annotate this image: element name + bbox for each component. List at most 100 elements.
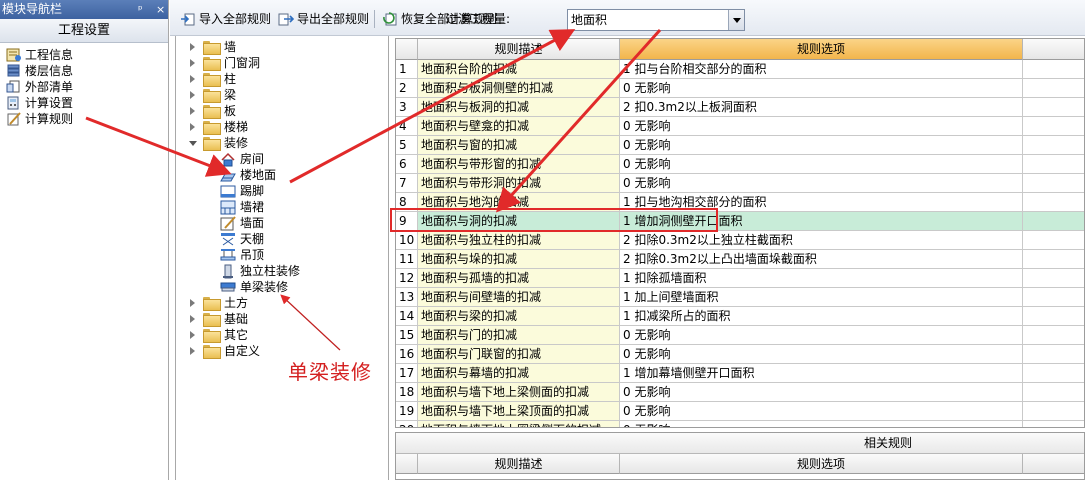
nav-item-calc-rules[interactable]: 计算规则 xyxy=(0,111,168,127)
tree-node-column[interactable]: 柱 xyxy=(188,71,236,87)
rule-option-cell[interactable]: 0 无影响 xyxy=(620,174,1023,193)
table-row[interactable]: 20地面积与墙下地上圈梁侧面的扣减0 无影响 xyxy=(396,421,1084,427)
nav-item-floor-info[interactable]: 楼层信息 xyxy=(0,63,168,79)
expand-right-icon[interactable] xyxy=(188,42,197,52)
rule-description-cell[interactable]: 地面积与独立柱的扣减 xyxy=(418,231,620,250)
rule-option-cell[interactable]: 1 扣减梁所占的面积 xyxy=(620,307,1023,326)
rule-option-cell[interactable]: 0 无影响 xyxy=(620,383,1023,402)
column-header-rule-description[interactable]: 规则描述 xyxy=(418,39,620,60)
nav-item-calc-settings[interactable]: 计算设置 xyxy=(0,95,168,111)
rule-option-cell[interactable]: 2 扣除0.3m2以上独立柱截面积 xyxy=(620,231,1023,250)
expand-right-icon[interactable] xyxy=(188,58,197,68)
table-row[interactable]: 1 地面积台阶的扣减 1 扣与台阶相交部分的面积 xyxy=(396,60,1084,79)
tree-node-room[interactable]: 房间 xyxy=(220,151,264,167)
filter-quantity-select[interactable]: 地面积 xyxy=(567,9,745,31)
column-header-rule-description[interactable]: 规则描述 xyxy=(418,454,620,474)
rule-description-cell[interactable]: 地面积与板洞的扣减 xyxy=(418,98,620,117)
expand-right-icon[interactable] xyxy=(188,298,197,308)
table-row[interactable]: 10 地面积与独立柱的扣减 2 扣除0.3m2以上独立柱截面积 xyxy=(396,231,1084,250)
rule-description-cell[interactable]: 地面积与壁龛的扣减 xyxy=(418,117,620,136)
rule-description-cell[interactable]: 地面积与梁的扣减 xyxy=(418,307,620,326)
rule-description-cell[interactable]: 地面积与墙下地上梁顶面的扣减 xyxy=(418,402,620,421)
rule-option-cell[interactable]: 0 无影响 xyxy=(620,155,1023,174)
tree-node-suspended-ceiling[interactable]: 吊顶 xyxy=(220,247,264,263)
table-row[interactable]: 6 地面积与带形窗的扣减 0 无影响 xyxy=(396,155,1084,174)
import-all-rules-button[interactable]: 导入全部规则 xyxy=(180,10,271,28)
tree-node-slab[interactable]: 板 xyxy=(188,103,236,119)
table-row[interactable]: 15 地面积与门的扣减 0 无影响 xyxy=(396,326,1084,345)
tree-node-beam[interactable]: 梁 xyxy=(188,87,236,103)
nav-item-project-info[interactable]: 工程信息 xyxy=(0,47,168,63)
rule-description-cell[interactable]: 地面积与墙下地上梁侧面的扣减 xyxy=(418,383,620,402)
rule-option-cell[interactable]: 0 无影响 xyxy=(620,402,1023,421)
export-all-rules-button[interactable]: 导出全部规则 xyxy=(278,10,369,28)
chevron-down-icon[interactable] xyxy=(728,10,744,30)
tree-node-floor-surface[interactable]: 楼地面 xyxy=(220,167,276,183)
rule-option-cell[interactable]: 1 扣除孤墙面积 xyxy=(620,269,1023,288)
tree-node-wall[interactable]: 墙 xyxy=(188,39,236,55)
close-icon[interactable]: × xyxy=(156,0,165,19)
table-row[interactable]: 7 地面积与带形洞的扣减 0 无影响 xyxy=(396,174,1084,193)
rule-option-cell[interactable]: 0 无影响 xyxy=(620,421,1023,427)
expand-right-icon[interactable] xyxy=(188,74,197,84)
tree-node-skirting[interactable]: 踢脚 xyxy=(220,183,264,199)
tree-node-wainscot[interactable]: 墙裙 xyxy=(220,199,264,215)
tree-node-stairs[interactable]: 楼梯 xyxy=(188,119,248,135)
table-row[interactable]: 4 地面积与壁龛的扣减 0 无影响 xyxy=(396,117,1084,136)
table-row[interactable]: 2 地面积与板洞侧壁的扣减 0 无影响 xyxy=(396,79,1084,98)
column-header-rule-option[interactable]: 规则选项 xyxy=(620,454,1023,474)
rule-description-cell[interactable]: 地面积与门的扣减 xyxy=(418,326,620,345)
expand-right-icon[interactable] xyxy=(188,346,197,356)
rule-description-cell[interactable]: 地面积与幕墙的扣减 xyxy=(418,364,620,383)
table-row[interactable]: 3 地面积与板洞的扣减 2 扣0.3m2以上板洞面积 xyxy=(396,98,1084,117)
rule-description-cell[interactable]: 地面积与窗的扣减 xyxy=(418,136,620,155)
table-row[interactable]: 17 地面积与幕墙的扣减 1 增加幕墙侧壁开口面积 xyxy=(396,364,1084,383)
rule-option-cell[interactable]: 0 无影响 xyxy=(620,345,1023,364)
expand-down-icon[interactable] xyxy=(188,139,197,148)
rule-option-cell[interactable]: 2 扣除0.3m2以上凸出墙面垛截面积 xyxy=(620,250,1023,269)
rule-option-cell[interactable]: 0 无影响 xyxy=(620,326,1023,345)
table-row[interactable]: 14 地面积与梁的扣减 1 扣减梁所占的面积 xyxy=(396,307,1084,326)
expand-right-icon[interactable] xyxy=(188,106,197,116)
tree-node-door-window-opening[interactable]: 门窗洞 xyxy=(188,55,260,71)
table-row[interactable]: 11 地面积与垛的扣减 2 扣除0.3m2以上凸出墙面垛截面积 xyxy=(396,250,1084,269)
table-row[interactable]: 12 地面积与孤墙的扣减 1 扣除孤墙面积 xyxy=(396,269,1084,288)
table-row[interactable]: 18 地面积与墙下地上梁侧面的扣减 0 无影响 xyxy=(396,383,1084,402)
rule-description-cell[interactable]: 地面积与板洞侧壁的扣减 xyxy=(418,79,620,98)
rule-description-cell[interactable]: 地面积台阶的扣减 xyxy=(418,60,620,79)
table-row[interactable]: 19 地面积与墙下地上梁顶面的扣减 0 无影响 xyxy=(396,402,1084,421)
tree-node-foundation[interactable]: 基础 xyxy=(188,311,248,327)
rule-option-cell[interactable]: 0 无影响 xyxy=(620,79,1023,98)
table-row[interactable]: 13 地面积与间壁墙的扣减 1 加上间壁墙面积 xyxy=(396,288,1084,307)
tree-node-earthwork[interactable]: 土方 xyxy=(188,295,248,311)
tree-node-other[interactable]: 其它 xyxy=(188,327,248,343)
table-row[interactable]: 16 地面积与门联窗的扣减 0 无影响 xyxy=(396,345,1084,364)
rule-option-cell[interactable]: 2 扣0.3m2以上板洞面积 xyxy=(620,98,1023,117)
expand-right-icon[interactable] xyxy=(188,314,197,324)
rule-option-cell[interactable]: 1 扣与台阶相交部分的面积 xyxy=(620,60,1023,79)
rule-option-cell[interactable]: 0 无影响 xyxy=(620,117,1023,136)
rule-option-cell[interactable]: 1 增加幕墙侧壁开口面积 xyxy=(620,364,1023,383)
rule-description-cell[interactable]: 地面积与间壁墙的扣减 xyxy=(418,288,620,307)
tree-node-wall-surface[interactable]: 墙面 xyxy=(220,215,264,231)
rule-description-cell[interactable]: 地面积与墙下地上圈梁侧面的扣减 xyxy=(418,421,620,427)
nav-item-external-list[interactable]: 外部清单 xyxy=(0,79,168,95)
rule-description-cell[interactable]: 地面积与孤墙的扣减 xyxy=(418,269,620,288)
tree-node-column-finish[interactable]: 独立柱装修 xyxy=(220,263,300,279)
nav-section-header[interactable]: 工程设置 xyxy=(0,19,168,43)
tree-node-ceiling[interactable]: 天棚 xyxy=(220,231,264,247)
tree-node-decoration[interactable]: 装修 xyxy=(188,135,248,151)
tree-node-beam-finish[interactable]: 单梁装修 xyxy=(220,279,288,295)
rule-description-cell[interactable]: 地面积与垛的扣减 xyxy=(418,250,620,269)
rule-option-cell[interactable]: 0 无影响 xyxy=(620,136,1023,155)
pin-icon[interactable]: ᵖ xyxy=(138,0,143,19)
rule-option-cell[interactable]: 1 加上间壁墙面积 xyxy=(620,288,1023,307)
expand-right-icon[interactable] xyxy=(188,330,197,340)
column-header-rule-option[interactable]: 规则选项 xyxy=(620,39,1023,60)
expand-right-icon[interactable] xyxy=(188,90,197,100)
tree-node-custom[interactable]: 自定义 xyxy=(188,343,260,359)
rule-description-cell[interactable]: 地面积与带形洞的扣减 xyxy=(418,174,620,193)
rule-description-cell[interactable]: 地面积与门联窗的扣减 xyxy=(418,345,620,364)
expand-right-icon[interactable] xyxy=(188,122,197,132)
table-row[interactable]: 5 地面积与窗的扣减 0 无影响 xyxy=(396,136,1084,155)
